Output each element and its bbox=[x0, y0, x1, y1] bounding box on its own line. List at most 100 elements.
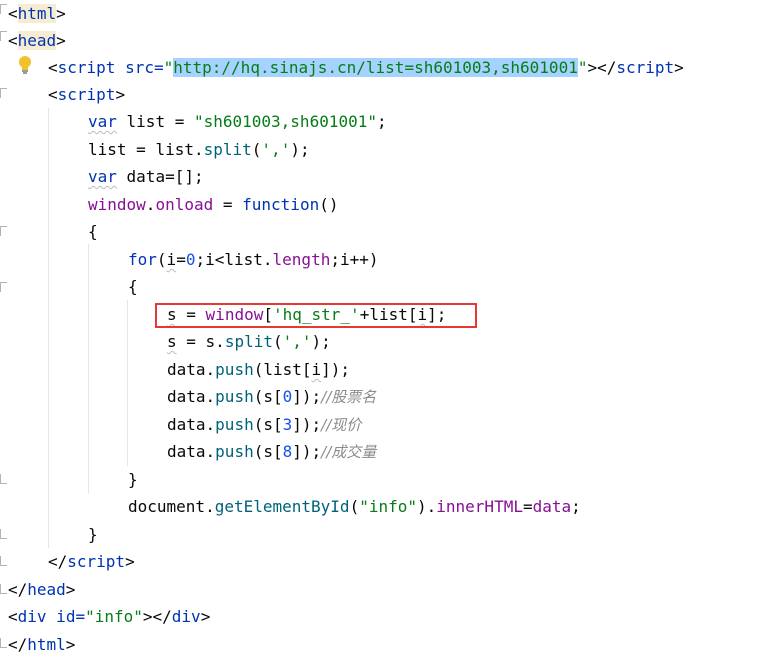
token: { bbox=[128, 277, 138, 296]
code-line[interactable]: data.push(list[i]); bbox=[167, 356, 350, 383]
token: ( bbox=[251, 140, 262, 159]
number-literal: 0 bbox=[282, 387, 293, 406]
token: ></ bbox=[142, 607, 172, 626]
code-line[interactable]: <html> bbox=[8, 0, 66, 27]
comment: //股票名 bbox=[321, 388, 377, 406]
token: data=[]; bbox=[116, 167, 204, 186]
tag-name: script bbox=[67, 552, 126, 571]
code-line[interactable]: <script> bbox=[48, 81, 125, 108]
token: list bbox=[155, 140, 194, 159]
code-line[interactable]: } bbox=[128, 466, 138, 493]
token: ); bbox=[311, 332, 331, 351]
code-line[interactable]: { bbox=[128, 273, 138, 300]
token: > bbox=[56, 4, 66, 23]
code-line[interactable]: var data=[]; bbox=[88, 163, 204, 190]
token: " bbox=[163, 58, 174, 77]
token: } bbox=[88, 525, 98, 544]
token: data. bbox=[167, 360, 216, 379]
code-line[interactable]: </script> bbox=[48, 548, 135, 575]
token: (s[ bbox=[253, 415, 283, 434]
token: (list[ bbox=[253, 360, 312, 379]
tag-name: html bbox=[17, 4, 57, 23]
comment: //现价 bbox=[321, 416, 362, 434]
token: ]); bbox=[292, 442, 322, 461]
token: i bbox=[166, 250, 177, 269]
property: innerHTML bbox=[436, 497, 523, 516]
token: ; bbox=[571, 497, 581, 516]
code-line[interactable]: data.push(s[0]);//股票名 bbox=[167, 383, 376, 410]
token: ]); bbox=[292, 387, 322, 406]
fold-marker-icon[interactable] bbox=[0, 556, 7, 566]
code-line[interactable]: list = list.split(','); bbox=[88, 136, 310, 163]
token: i bbox=[311, 360, 322, 379]
code-line[interactable]: </head> bbox=[8, 576, 75, 603]
token: > bbox=[65, 635, 76, 654]
attr-name: src= bbox=[115, 58, 164, 77]
code-line[interactable]: <head> bbox=[8, 27, 66, 54]
token: = bbox=[522, 497, 533, 516]
code-line[interactable]: } bbox=[88, 521, 98, 548]
code-line[interactable]: <script src="http://hq.sinajs.cn/list=sh… bbox=[48, 54, 684, 81]
fold-marker-icon[interactable] bbox=[0, 4, 7, 14]
fold-marker-icon[interactable] bbox=[0, 226, 7, 236]
token: > bbox=[65, 580, 76, 599]
token: (s[ bbox=[253, 442, 283, 461]
code-line[interactable]: <div id="info"></div> bbox=[8, 603, 210, 630]
fold-marker-icon[interactable] bbox=[0, 474, 7, 484]
token: ( bbox=[272, 332, 283, 351]
tag-name: script bbox=[57, 85, 116, 104]
token: > bbox=[115, 85, 126, 104]
token: } bbox=[128, 470, 138, 489]
code-line[interactable]: for(i=0;i<list.length;i++) bbox=[128, 246, 379, 273]
code-line[interactable]: { bbox=[88, 218, 98, 245]
token: ( bbox=[156, 250, 167, 269]
property: onload bbox=[155, 195, 214, 214]
code-line[interactable]: s = s.split(','); bbox=[167, 328, 331, 355]
fold-marker-icon[interactable] bbox=[0, 282, 7, 292]
function-name: push bbox=[215, 415, 254, 434]
indent-guide bbox=[88, 244, 89, 494]
attr-name: id= bbox=[46, 607, 86, 626]
token: = s. bbox=[176, 332, 225, 351]
tag-name: div bbox=[17, 607, 47, 626]
token: data bbox=[532, 497, 572, 516]
fold-marker-icon[interactable] bbox=[0, 88, 7, 98]
token: < bbox=[8, 607, 18, 626]
code-line[interactable]: var list = "sh601003,sh601001"; bbox=[88, 108, 387, 135]
code-line[interactable]: data.push(s[3]);//现价 bbox=[167, 411, 361, 438]
tag-name: head bbox=[17, 31, 57, 50]
fold-marker-icon[interactable] bbox=[0, 529, 7, 539]
token: data. bbox=[167, 442, 216, 461]
token: (s[ bbox=[253, 387, 283, 406]
fold-marker-icon[interactable] bbox=[0, 638, 7, 648]
token: ]); bbox=[321, 360, 351, 379]
token: list = bbox=[116, 112, 194, 131]
fold-marker-icon[interactable] bbox=[0, 31, 7, 41]
string-literal: ',' bbox=[261, 140, 291, 159]
string-literal: "info" bbox=[359, 497, 417, 516]
token: </ bbox=[8, 580, 28, 599]
code-line[interactable]: window.onload = function() bbox=[88, 191, 338, 218]
token: ;i<list. bbox=[195, 250, 273, 269]
token: ></ bbox=[587, 58, 617, 77]
number-literal: 3 bbox=[282, 415, 293, 434]
code-line[interactable]: document.getElementById("info").innerHTM… bbox=[128, 493, 581, 520]
token: document. bbox=[128, 497, 215, 516]
tag-name: html bbox=[27, 635, 66, 654]
code-line[interactable]: data.push(s[8]);//成交量 bbox=[167, 438, 376, 465]
token: </ bbox=[8, 635, 28, 654]
token: { bbox=[88, 222, 98, 241]
lightbulb-icon[interactable] bbox=[18, 55, 32, 75]
token: ). bbox=[417, 497, 437, 516]
tag-name: script bbox=[57, 58, 116, 77]
script-url[interactable]: http://hq.sinajs.cn/list=sh601003,sh6010… bbox=[173, 58, 578, 77]
fold-marker-icon[interactable] bbox=[0, 584, 7, 594]
token: ; bbox=[377, 112, 387, 131]
code-editor[interactable]: <html> <head> <script src="http://hq.sin… bbox=[0, 0, 766, 669]
code-line[interactable]: </html> bbox=[8, 631, 75, 658]
number-literal: 8 bbox=[282, 442, 293, 461]
token: ); bbox=[290, 140, 310, 159]
token: ;i++) bbox=[330, 250, 379, 269]
token: data. bbox=[167, 387, 216, 406]
token: list bbox=[88, 140, 127, 159]
